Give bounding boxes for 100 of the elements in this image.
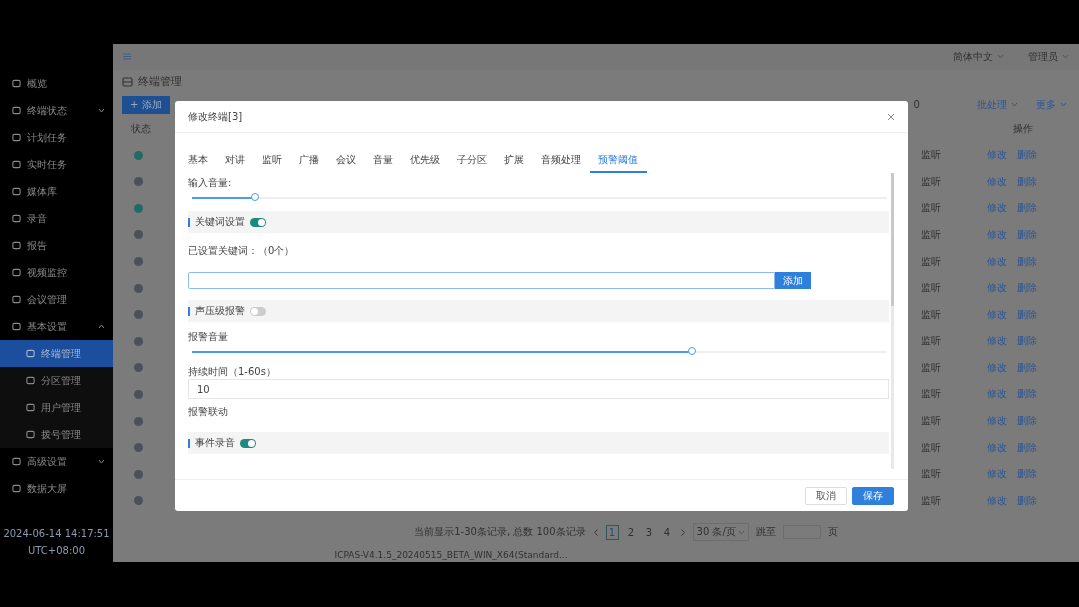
row-action-link[interactable]: 修改 bbox=[987, 307, 1007, 322]
row-action-link[interactable]: 删除 bbox=[1017, 493, 1037, 508]
table-cell-text: 监听 bbox=[921, 281, 942, 296]
sidebar-item[interactable]: 终端状态 bbox=[0, 97, 113, 124]
page-number[interactable]: 4 bbox=[661, 525, 673, 539]
sidebar-item[interactable]: 基本设置 bbox=[0, 313, 113, 340]
tab[interactable]: 会议 bbox=[327, 148, 365, 173]
tab[interactable]: 子分区 bbox=[448, 148, 496, 173]
page-title: 终端管理 bbox=[138, 74, 182, 90]
section-title: 关键词设置 bbox=[195, 215, 245, 229]
row-action-link[interactable]: 删除 bbox=[1017, 227, 1037, 242]
page-number[interactable]: 1 bbox=[605, 524, 619, 540]
sidebar-item[interactable]: 录音 bbox=[0, 205, 113, 232]
clock-time: 2024-06-14 14:17:51 bbox=[3, 528, 110, 539]
row-action-link[interactable]: 修改 bbox=[987, 467, 1007, 482]
row-action-link[interactable]: 修改 bbox=[987, 254, 1007, 269]
dialog-title: 修改终端[3] bbox=[188, 109, 243, 124]
table-cell-text: 监听 bbox=[921, 440, 942, 455]
field-label: 报警音量 bbox=[188, 330, 229, 344]
save-button[interactable]: 保存 bbox=[852, 486, 894, 505]
section-title: 事件录音 bbox=[195, 436, 235, 450]
sidebar-item[interactable]: 视频监控 bbox=[0, 259, 113, 286]
sidebar-item[interactable]: 用户管理 bbox=[0, 394, 113, 421]
row-action-link[interactable]: 修改 bbox=[987, 493, 1007, 508]
row-action-link[interactable]: 删除 bbox=[1017, 281, 1037, 296]
add-button[interactable]: + 添加 bbox=[122, 95, 170, 114]
tab[interactable]: 音频处理 bbox=[532, 148, 590, 173]
row-action-link[interactable]: 删除 bbox=[1017, 174, 1037, 189]
row-action-link[interactable]: 修改 bbox=[987, 227, 1007, 242]
user-menu[interactable]: 管理员 bbox=[1028, 50, 1069, 64]
row-action-link[interactable]: 删除 bbox=[1017, 467, 1037, 482]
table-cell-text: 监听 bbox=[921, 307, 942, 322]
table-cell-text: 监听 bbox=[921, 387, 942, 402]
sidebar-item[interactable]: 概览 bbox=[0, 70, 113, 97]
column-header: 操作 bbox=[1013, 121, 1033, 136]
table-cell-text: 监听 bbox=[921, 493, 942, 508]
tab[interactable]: 音量 bbox=[364, 148, 402, 173]
cancel-button[interactable]: 取消 bbox=[805, 486, 847, 505]
sidebar-item[interactable]: 会议管理 bbox=[0, 286, 113, 313]
row-action-link[interactable]: 修改 bbox=[987, 201, 1007, 216]
tab[interactable]: 扩展 bbox=[495, 148, 533, 173]
row-action-link[interactable]: 修改 bbox=[987, 281, 1007, 296]
jump-label: 跳至 bbox=[755, 525, 776, 539]
table-cell-text: 监听 bbox=[921, 360, 942, 375]
tab[interactable]: 预警阈值 bbox=[589, 148, 647, 173]
row-action-link[interactable]: 修改 bbox=[987, 360, 1007, 375]
row-action-link[interactable]: 修改 bbox=[987, 174, 1007, 189]
row-action-link[interactable]: 删除 bbox=[1017, 307, 1037, 322]
table-cell-text: 监听 bbox=[921, 414, 942, 428]
tab[interactable]: 优先级 bbox=[401, 148, 449, 173]
sidebar-item[interactable]: 高级设置 bbox=[0, 448, 113, 475]
row-action-link[interactable]: 删除 bbox=[1017, 334, 1037, 349]
field-label: 持续时间（1-60s） bbox=[188, 365, 277, 379]
table-cell-text: 监听 bbox=[921, 148, 942, 163]
row-action-link[interactable]: 删除 bbox=[1017, 387, 1037, 402]
row-action-link[interactable]: 修改 bbox=[987, 148, 1007, 163]
sidebar-item[interactable]: 终端管理 bbox=[0, 340, 113, 367]
table-cell-text: 监听 bbox=[921, 227, 942, 242]
page-size-dropdown[interactable]: 30 条/页 bbox=[692, 523, 749, 541]
page-number[interactable]: 3 bbox=[643, 525, 655, 539]
tab[interactable]: 对讲 bbox=[216, 148, 254, 173]
sidebar-item[interactable]: 媒体库 bbox=[0, 178, 113, 205]
row-action-link[interactable]: 修改 bbox=[987, 387, 1007, 402]
tab[interactable]: 基本 bbox=[188, 148, 217, 173]
row-action-link[interactable]: 删除 bbox=[1017, 148, 1037, 163]
row-action-link[interactable]: 修改 bbox=[987, 334, 1007, 349]
tab[interactable]: 监听 bbox=[253, 148, 291, 173]
sidebar-item[interactable]: 报告 bbox=[0, 232, 113, 259]
page-number[interactable]: 2 bbox=[625, 525, 637, 539]
table-cell-text: 监听 bbox=[921, 467, 942, 482]
table-cell-text: 监听 bbox=[921, 174, 942, 189]
page-label: 页 bbox=[827, 525, 838, 539]
sidebar-item[interactable]: 拨号管理 bbox=[0, 421, 113, 448]
section-title: 声压级报警 bbox=[195, 304, 245, 318]
timezone: UTC+08:00 bbox=[28, 545, 85, 556]
sidebar-item[interactable]: 分区管理 bbox=[0, 367, 113, 394]
batch-dropdown[interactable]: 批处理 bbox=[977, 97, 1018, 112]
row-action-link[interactable]: 删除 bbox=[1017, 414, 1037, 428]
row-action-link[interactable]: 修改 bbox=[987, 440, 1007, 455]
row-action-link[interactable]: 删除 bbox=[1017, 360, 1037, 375]
tab[interactable]: 广播 bbox=[290, 148, 328, 173]
table-cell-text: 监听 bbox=[921, 254, 942, 269]
sidebar-item[interactable]: 计划任务 bbox=[0, 124, 113, 151]
record-summary: 当前显示1-30条记录, 总数 100条记录 bbox=[414, 525, 586, 539]
row-action-link[interactable]: 删除 bbox=[1017, 440, 1037, 455]
row-action-link[interactable]: 修改 bbox=[987, 414, 1007, 428]
column-header: 状态 bbox=[131, 121, 151, 136]
row-action-link[interactable]: 删除 bbox=[1017, 201, 1037, 216]
input-field[interactable]: 10 bbox=[188, 379, 889, 399]
field-label: 已设置关键词：（0个） bbox=[188, 244, 295, 258]
more-dropdown[interactable]: 更多 bbox=[1036, 97, 1067, 112]
row-action-link[interactable]: 删除 bbox=[1017, 254, 1037, 269]
sidebar-item[interactable]: 数据大屏 bbox=[0, 475, 113, 502]
field-label: 输入音量: bbox=[188, 176, 233, 190]
sidebar-item[interactable]: 实时任务 bbox=[0, 151, 113, 178]
field-label: 报警联动 bbox=[188, 405, 228, 419]
add-button[interactable]: 添加 bbox=[775, 272, 811, 289]
table-cell-text: 监听 bbox=[921, 334, 942, 349]
table-cell: 0 bbox=[913, 99, 920, 111]
table-cell-text: 监听 bbox=[921, 201, 942, 216]
